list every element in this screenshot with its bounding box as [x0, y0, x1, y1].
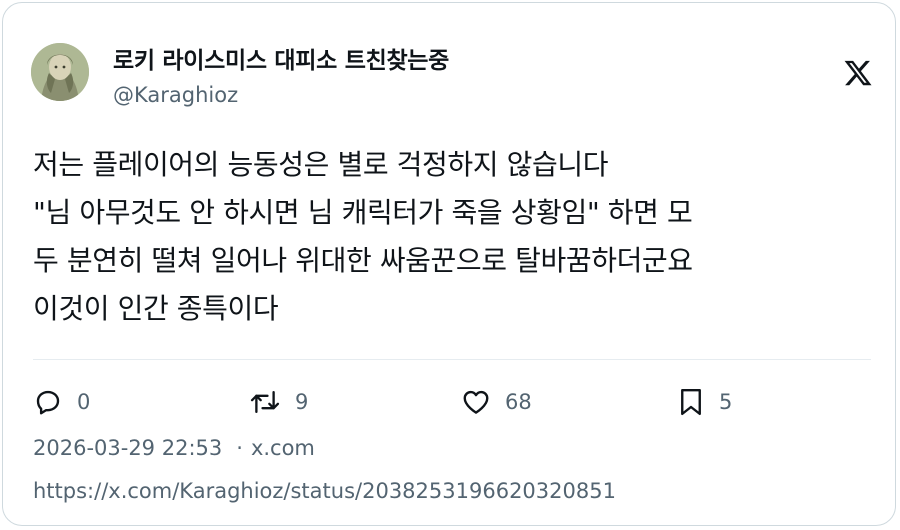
reply-count: 0 — [77, 390, 91, 414]
meta-separator: · — [236, 436, 243, 460]
x-logo-icon[interactable] — [843, 58, 873, 88]
retweet-button[interactable]: 9 — [249, 384, 308, 420]
tweet-line: 저는 플레이어의 능동성은 별로 걱정하지 않습니다 — [33, 148, 609, 181]
like-button[interactable]: 68 — [461, 384, 532, 420]
tweet-line: 두 분연히 떨쳐 일어나 위대한 싸움꾼으로 탈바꿈하더군요 — [33, 244, 693, 277]
tweet-url[interactable]: https://x.com/Karaghioz/status/203825319… — [33, 479, 616, 503]
retweet-icon — [249, 387, 281, 417]
divider — [33, 359, 871, 360]
tweet-line: 이것이 인간 종특이다 — [33, 292, 279, 325]
tweet-meta: 2026-03-29 22:53 · x.com — [33, 436, 315, 460]
bookmark-icon — [677, 387, 705, 417]
tweet-text: 저는 플레이어의 능동성은 별로 걱정하지 않습니다 "님 아무것도 안 하시면… — [33, 141, 883, 333]
timestamp[interactable]: 2026-03-29 22:53 — [33, 436, 222, 460]
retweet-count: 9 — [295, 390, 309, 414]
like-count: 68 — [505, 390, 532, 414]
bookmark-button[interactable]: 5 — [677, 384, 732, 420]
handle[interactable]: @Karaghioz — [113, 83, 238, 107]
reply-icon — [33, 387, 63, 417]
tweet-card: 로키 라이스미스 대피소 트친찾는중 @Karaghioz 저는 플레이어의 능… — [2, 2, 896, 526]
bookmark-count: 5 — [719, 390, 733, 414]
tweet-line: "님 아무것도 안 하시면 님 캐릭터가 죽을 상황임" 하면 모 — [33, 196, 693, 229]
reply-button[interactable]: 0 — [33, 384, 90, 420]
avatar[interactable] — [31, 43, 89, 101]
display-name[interactable]: 로키 라이스미스 대피소 트친찾는중 — [113, 41, 449, 75]
heart-icon — [461, 387, 491, 417]
source-link[interactable]: x.com — [251, 436, 315, 460]
